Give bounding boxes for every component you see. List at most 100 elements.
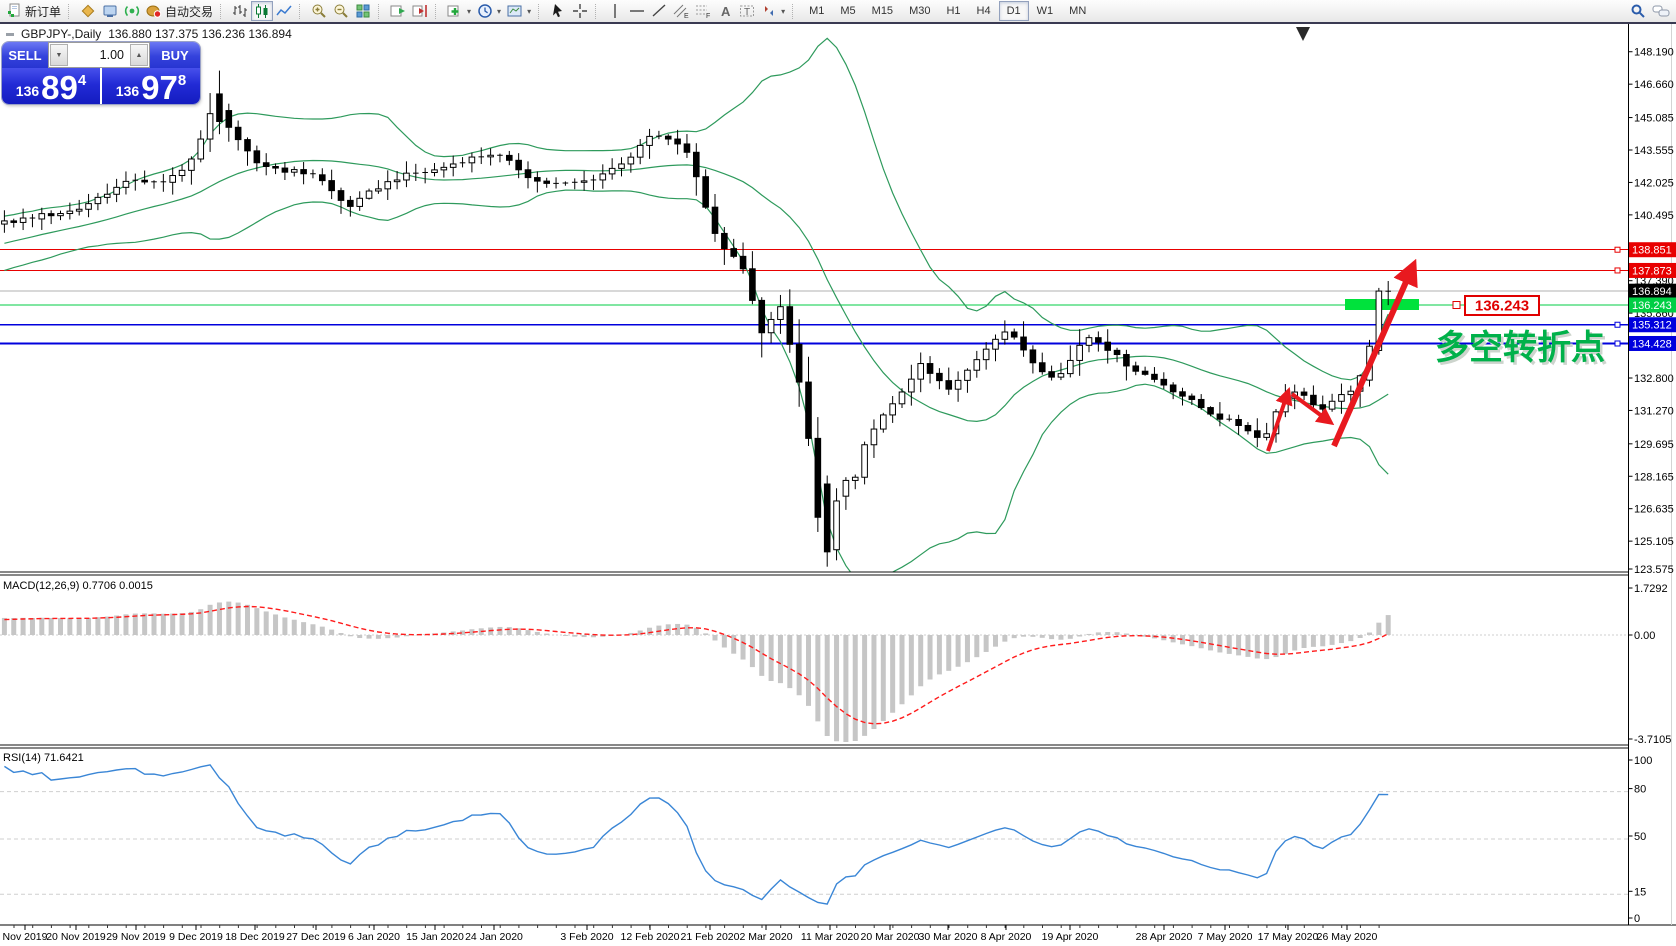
templates-button[interactable]: ▾ — [504, 1, 534, 21]
macd-scale-label: 1.7292 — [1634, 583, 1668, 595]
time-axis-label: 19 Apr 2020 — [1042, 931, 1099, 943]
timeframe-h1-button[interactable]: H1 — [938, 1, 968, 21]
text-label-button[interactable]: T — [736, 1, 758, 21]
autotrading-label: 自动交易 — [165, 4, 214, 19]
terminal-button[interactable] — [99, 1, 121, 21]
time-axis-label: 3 Feb 2020 — [560, 931, 613, 943]
time-axis-label: 20 Nov 2019 — [46, 931, 106, 943]
line-chart-button[interactable] — [273, 1, 295, 21]
time-axis-label: 20 Mar 2020 — [861, 931, 920, 943]
annotations-layer: 多空转折点多空转折点136.243 — [1266, 258, 1608, 452]
chart-ohlc-header: GBPJPY-,Daily 136.880 137.375 136.236 13… — [6, 27, 292, 41]
rsi-scale-label: 15 — [1634, 886, 1646, 898]
arrows-icon — [765, 6, 774, 16]
periods-button[interactable]: ▾ — [474, 1, 504, 21]
zoom-in-button[interactable] — [308, 1, 330, 21]
zoom-out-button[interactable] — [330, 1, 352, 21]
turning-point-text[interactable]: 多空转折点 — [1435, 329, 1605, 367]
price-level-label: 137.873 — [1632, 265, 1672, 277]
dropdown-caret-icon: ▾ — [497, 6, 502, 16]
timeframe-h4-button[interactable]: H4 — [969, 1, 999, 21]
chart-shift-button[interactable] — [409, 1, 431, 21]
buy-price-display[interactable]: 136 97 8 — [102, 68, 200, 104]
volume-field[interactable]: ▼ 1.00 ▲ — [48, 42, 150, 68]
trend-arrow-1[interactable] — [1266, 386, 1293, 452]
chart-symbol-title: GBPJPY-,Daily — [21, 27, 102, 41]
price-tick-label: 125.105 — [1634, 536, 1674, 548]
bar-chart-button[interactable] — [229, 1, 251, 21]
volume-increase-button[interactable]: ▲ — [130, 44, 148, 66]
sell-price-handle: 136 — [15, 83, 40, 99]
timeframe-m30-button[interactable]: M30 — [901, 1, 938, 21]
price-tick-label: 143.555 — [1634, 145, 1674, 157]
support-line-135312-handle[interactable] — [1614, 321, 1621, 328]
trend-arrow-3[interactable] — [1331, 258, 1418, 448]
time-axis-label: 24 Jan 2020 — [465, 931, 523, 943]
chart-shift-icon — [412, 5, 427, 17]
fibonacci-button[interactable]: F — [692, 1, 714, 21]
price-box-label: 136.243 — [1475, 298, 1529, 315]
rsi-scale-label: 100 — [1634, 755, 1652, 767]
signals-button[interactable] — [121, 1, 143, 21]
timeframe-m5-button[interactable]: M5 — [832, 1, 863, 21]
sell-price-display[interactable]: 136 89 4 — [2, 68, 100, 104]
toolbar-separator — [299, 3, 304, 19]
timeframe-mn-button[interactable]: MN — [1061, 1, 1094, 21]
sell-button[interactable]: SELL — [2, 42, 48, 68]
fibonacci-icon: F — [696, 5, 710, 19]
price-tick-label: 131.270 — [1634, 405, 1674, 417]
line-chart-icon — [276, 5, 292, 16]
timeframe-w1-button[interactable]: W1 — [1029, 1, 1062, 21]
timeframe-m1-button[interactable]: M1 — [801, 1, 832, 21]
search-button[interactable] — [1627, 1, 1649, 21]
resistance-line-138851-handle[interactable] — [1614, 246, 1621, 253]
time-axis-label: 9 Dec 2019 — [169, 931, 223, 943]
candlestick-chart-button[interactable] — [251, 1, 274, 21]
timeframe-m15-button[interactable]: M15 — [864, 1, 901, 21]
timeframe-d1-button[interactable]: D1 — [998, 1, 1029, 21]
chat-button[interactable] — [1649, 1, 1673, 21]
gold-tag-icon — [81, 4, 95, 18]
price-box-anchor[interactable] — [1452, 301, 1461, 310]
add-indicator-icon — [447, 5, 459, 17]
zoom-in-icon — [312, 4, 326, 18]
support-line-134428-handle[interactable] — [1614, 340, 1621, 347]
price-tick-label: 142.025 — [1634, 177, 1674, 189]
tile-windows-button[interactable] — [352, 1, 374, 21]
chart-shift-marker-icon[interactable] — [1296, 27, 1310, 41]
volume-decrease-button[interactable]: ▼ — [50, 44, 68, 66]
time-axis-label: 11 Mar 2020 — [801, 931, 859, 943]
crosshair-button[interactable] — [569, 1, 591, 21]
horizontal-line-button[interactable] — [626, 1, 648, 21]
chart-symbol-icon — [6, 32, 14, 36]
new-chart-button[interactable] — [77, 1, 99, 21]
auto-scroll-icon — [390, 5, 406, 17]
price-tick-label: 140.495 — [1634, 210, 1674, 222]
autotrading-button[interactable]: 自动交易 — [143, 1, 216, 21]
macd-scale-label: 0.00 — [1634, 630, 1655, 642]
equidistant-channel-button[interactable]: E — [670, 1, 692, 21]
resistance-line-137873-handle[interactable] — [1614, 267, 1621, 274]
price-tick-label: 145.085 — [1634, 113, 1674, 125]
macd-pane — [0, 601, 1628, 742]
cursor-button[interactable] — [547, 1, 569, 21]
trendline-icon — [652, 4, 666, 17]
buy-price-pips: 97 — [141, 69, 178, 104]
time-axis-label: 26 May 2020 — [1317, 931, 1378, 943]
trendline-button[interactable] — [648, 1, 670, 21]
time-axis-label: 28 Apr 2020 — [1136, 931, 1193, 943]
arrows-button[interactable]: ▾ — [758, 1, 788, 21]
vertical-line-button[interactable] — [604, 1, 626, 21]
new-order-button[interactable]: 新订单 — [3, 1, 64, 21]
price-level-label: 136.894 — [1632, 286, 1672, 298]
time-axis-label: 2 Mar 2020 — [739, 931, 792, 943]
chart-canvas[interactable]: 多空转折点多空转折点136.243148.190146.660145.08514… — [0, 0, 1676, 946]
auto-scroll-button[interactable] — [387, 1, 409, 21]
buy-button[interactable]: BUY — [150, 42, 200, 68]
rsi-scale-label: 50 — [1634, 831, 1646, 843]
text-button[interactable]: A — [714, 1, 736, 21]
volume-value[interactable]: 1.00 — [69, 43, 129, 67]
channel-icon: E — [673, 4, 689, 19]
indicators-button[interactable]: ▾ — [444, 1, 474, 21]
window-edge — [0, 22, 1676, 24]
